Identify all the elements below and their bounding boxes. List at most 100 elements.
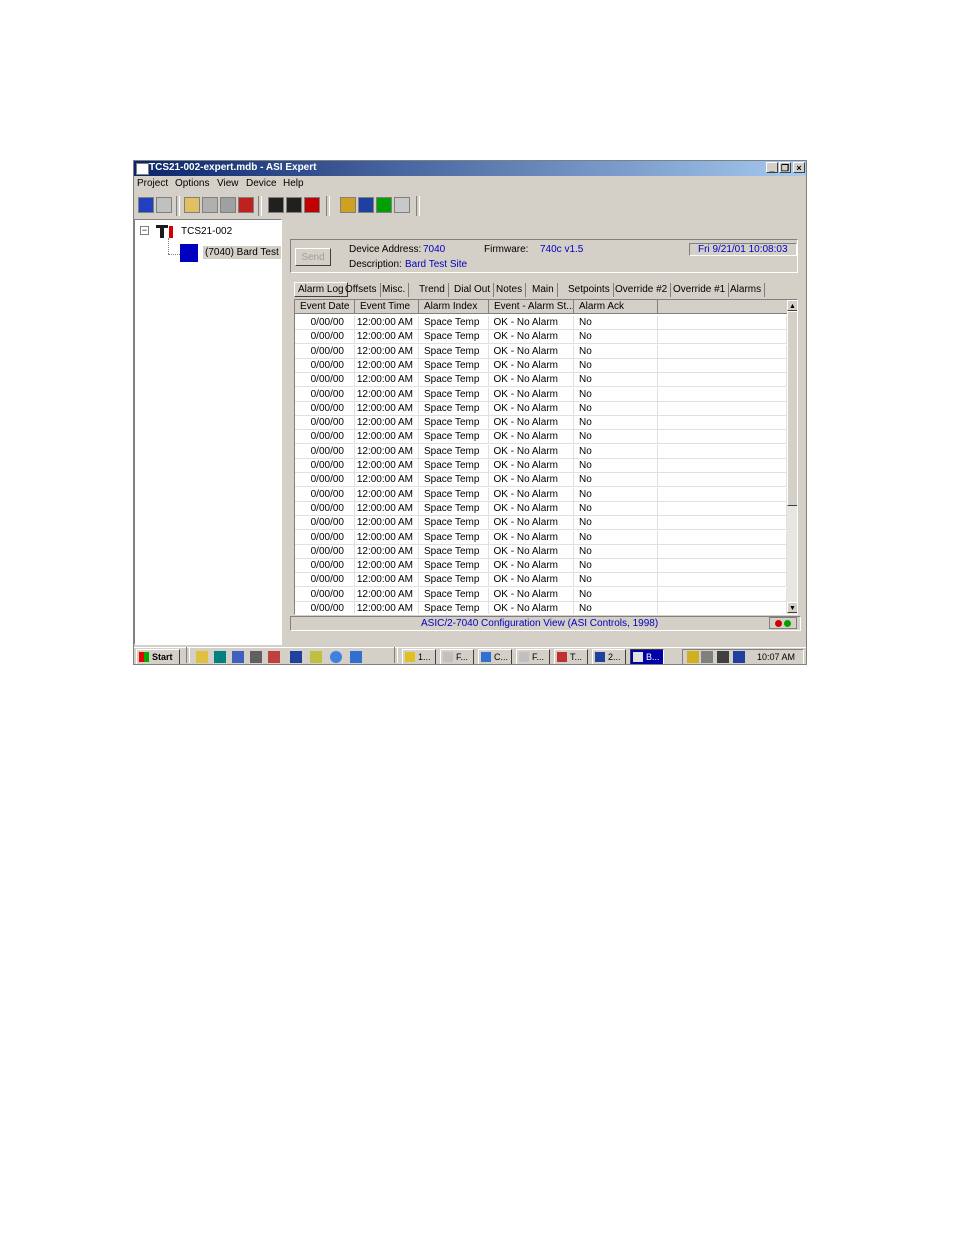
tab-misc[interactable]: Misc. bbox=[379, 283, 410, 297]
tab-alarm-log[interactable]: Alarm Log bbox=[294, 282, 348, 297]
taskbar-task-button[interactable]: 2... bbox=[592, 649, 626, 664]
column-header-event-date[interactable]: Event Date bbox=[295, 300, 355, 314]
table-row[interactable]: 0/00/00 12:00:00 AM Space Temp OK - No Alar… bbox=[295, 444, 787, 459]
table-row[interactable]: 0/00/00 12:00:00 AM Space Temp OK - No Alar… bbox=[295, 316, 787, 330]
tab-dial-out[interactable]: Dial Out bbox=[451, 283, 495, 297]
table-row[interactable]: 0/00/00 12:00:00 AM Space Temp OK - No Alar… bbox=[295, 544, 787, 559]
table-cell: OK - No Alarm bbox=[489, 487, 574, 502]
monitor-icon[interactable] bbox=[232, 651, 244, 663]
tab-trend[interactable]: Trend bbox=[416, 283, 449, 297]
table-row[interactable]: 0/00/00 12:00:00 AM Space Temp OK - No Alar… bbox=[295, 430, 787, 445]
tab-notes[interactable]: Notes bbox=[493, 283, 527, 297]
taskbar-task-button[interactable]: 1... bbox=[402, 649, 436, 664]
table-row[interactable]: 0/00/00 12:00:00 AM Space Temp OK - No Alar… bbox=[295, 516, 787, 531]
tree-root-label[interactable]: TCS21-002 bbox=[181, 226, 232, 237]
table-row[interactable]: 0/00/00 12:00:00 AM Space Temp OK - No Alar… bbox=[295, 530, 787, 545]
copy-icon[interactable] bbox=[184, 197, 200, 213]
mail-icon bbox=[443, 652, 453, 662]
table-row[interactable]: 0/00/00 12:00:00 AM Space Temp OK - No Alar… bbox=[295, 602, 787, 614]
taskbar-task-button[interactable]: B... bbox=[630, 649, 664, 664]
column-header-alarm-index[interactable]: Alarm Index bbox=[419, 300, 489, 314]
taskbar-task-button[interactable]: F... bbox=[440, 649, 474, 664]
table-cell: 0/00/00 bbox=[295, 444, 355, 459]
disk-icon[interactable] bbox=[250, 651, 262, 663]
tab-setpoints[interactable]: Setpoints bbox=[565, 283, 614, 297]
device-address-value: 7040 bbox=[423, 244, 446, 255]
tray-network-icon[interactable] bbox=[717, 651, 729, 663]
column-header-event-time[interactable]: Event Time bbox=[355, 300, 419, 314]
status-bar: ASIC/2-7040 Configuration View (ASI Cont… bbox=[290, 616, 801, 631]
table-row[interactable]: 0/00/00 12:00:00 AM Space Temp OK - No Alar… bbox=[295, 330, 787, 345]
table-row[interactable]: 0/00/00 12:00:00 AM Space Temp OK - No Alar… bbox=[295, 416, 787, 431]
scroll-up-icon[interactable]: ▲ bbox=[787, 300, 797, 311]
table-row[interactable]: 0/00/00 12:00:00 AM Space Temp OK - No Alar… bbox=[295, 587, 787, 602]
table-cell: Space Temp bbox=[419, 373, 489, 388]
device-header: Send Device Address: 7040 Firmware: 740c… bbox=[290, 239, 798, 273]
word-icon[interactable] bbox=[290, 651, 302, 663]
tab-override-1[interactable]: Override #1 bbox=[670, 283, 730, 297]
device-datetime: Fri 9/21/01 10:08:03 bbox=[689, 243, 797, 256]
tcs-icon[interactable] bbox=[358, 197, 374, 213]
minimize-button[interactable]: _ bbox=[766, 162, 778, 173]
menu-device[interactable]: Device bbox=[246, 178, 277, 189]
column-header-event-alarm-state[interactable]: Event - Alarm St... bbox=[489, 300, 574, 314]
home-icon[interactable] bbox=[340, 197, 356, 213]
table-row[interactable]: 0/00/00 12:00:00 AM Space Temp OK - No Alar… bbox=[295, 487, 787, 502]
taskbar-task-button[interactable]: T... bbox=[554, 649, 588, 664]
start-button[interactable]: Start bbox=[136, 649, 180, 664]
tab-offsets[interactable]: Offsets bbox=[342, 283, 381, 297]
paste-icon[interactable] bbox=[202, 197, 218, 213]
restore-button[interactable]: ❐ bbox=[779, 162, 791, 173]
table-row[interactable]: 0/00/00 12:00:00 AM Space Temp OK - No Alar… bbox=[295, 473, 787, 488]
table-cell: 12:00:00 AM bbox=[355, 344, 419, 359]
table-row[interactable]: 0/00/00 12:00:00 AM Space Temp OK - No Alar… bbox=[295, 573, 787, 588]
green-square-icon[interactable] bbox=[376, 197, 392, 213]
tree-collapse-toggle[interactable]: − bbox=[140, 226, 149, 235]
chart-icon[interactable] bbox=[268, 651, 280, 663]
ie-icon[interactable] bbox=[330, 651, 342, 663]
new-icon[interactable] bbox=[138, 197, 154, 213]
save-all-icon[interactable] bbox=[286, 197, 302, 213]
upload-icon[interactable] bbox=[238, 197, 254, 213]
send-button[interactable]: Send bbox=[295, 248, 331, 266]
table-row[interactable]: 0/00/00 12:00:00 AM Space Temp OK - No Alar… bbox=[295, 344, 787, 359]
table-vertical-scrollbar[interactable]: ▲ ▼ bbox=[787, 300, 797, 614]
menu-help[interactable]: Help bbox=[283, 178, 304, 189]
tab-override-2[interactable]: Override #2 bbox=[612, 283, 672, 297]
table-row[interactable]: 0/00/00 12:00:00 AM Space Temp OK - No Alar… bbox=[295, 358, 787, 373]
tray-volume-icon[interactable] bbox=[701, 651, 713, 663]
table-row[interactable]: 0/00/00 12:00:00 AM Space Temp OK - No Alar… bbox=[295, 387, 787, 402]
scroll-thumb[interactable] bbox=[787, 311, 797, 506]
table-cell: Space Temp bbox=[419, 487, 489, 502]
tab-main[interactable]: Main bbox=[529, 283, 558, 297]
menu-project[interactable]: Project bbox=[137, 178, 168, 189]
grid-icon[interactable] bbox=[214, 651, 226, 663]
menu-options[interactable]: Options bbox=[175, 178, 209, 189]
outlook-icon[interactable] bbox=[310, 651, 322, 663]
table-row[interactable]: 0/00/00 12:00:00 AM Space Temp OK - No Alar… bbox=[295, 559, 787, 574]
table-row[interactable]: 0/00/00 12:00:00 AM Space Temp OK - No Alar… bbox=[295, 401, 787, 416]
save-red-icon[interactable] bbox=[304, 197, 320, 213]
desktop-icon[interactable] bbox=[196, 651, 208, 663]
explorer-icon[interactable] bbox=[350, 651, 362, 663]
save-icon[interactable] bbox=[268, 197, 284, 213]
binoculars-icon[interactable] bbox=[220, 197, 236, 213]
taskbar-task-button[interactable]: C... bbox=[478, 649, 512, 664]
grid-icon[interactable] bbox=[394, 197, 410, 213]
table-row[interactable]: 0/00/00 12:00:00 AM Space Temp OK - No Alar… bbox=[295, 373, 787, 388]
title-bar[interactable]: TCS21-002-expert.mdb - ASI Expert _ ❐ × bbox=[134, 161, 806, 176]
menu-view[interactable]: View bbox=[217, 178, 239, 189]
table-cell: Space Temp bbox=[419, 387, 489, 402]
tree-device-item[interactable]: (7040) Bard Test S bbox=[203, 246, 281, 259]
table-row[interactable]: 0/00/00 12:00:00 AM Space Temp OK - No Alar… bbox=[295, 501, 787, 516]
scroll-down-icon[interactable]: ▼ bbox=[787, 602, 797, 613]
tab-alarms[interactable]: Alarms bbox=[727, 283, 766, 297]
close-button[interactable]: × bbox=[793, 162, 805, 173]
column-header-alarm-ack[interactable]: Alarm Ack bbox=[574, 300, 658, 314]
table-cell bbox=[658, 344, 787, 359]
tray-key-icon[interactable] bbox=[687, 651, 699, 663]
open-icon[interactable] bbox=[156, 197, 172, 213]
table-row[interactable]: 0/00/00 12:00:00 AM Space Temp OK - No Alar… bbox=[295, 459, 787, 473]
tray-chart-icon[interactable] bbox=[733, 651, 745, 663]
taskbar-task-button[interactable]: F... bbox=[516, 649, 550, 664]
